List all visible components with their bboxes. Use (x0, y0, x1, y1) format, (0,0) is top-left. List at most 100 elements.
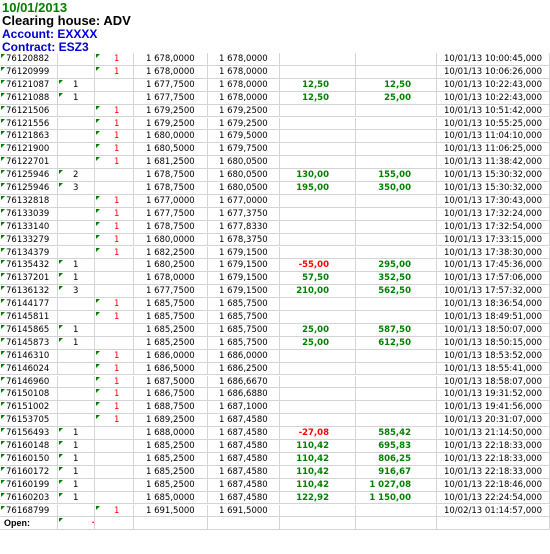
buy-qty-cell[interactable]: 3 (58, 182, 95, 195)
price-cell[interactable]: 1 677,7500 (134, 285, 208, 299)
avg-price-cell[interactable]: 1 679,1500 (208, 272, 280, 286)
avg-price-cell[interactable]: 1 685,7500 (208, 336, 280, 350)
cumulative-pnl-cell[interactable] (356, 143, 437, 157)
empty-cell[interactable] (437, 517, 550, 531)
trade-id-cell[interactable]: 76134379 (0, 246, 58, 260)
price-cell[interactable]: 1 678,7500 (134, 169, 208, 182)
buy-qty-cell[interactable] (58, 414, 95, 428)
avg-price-cell[interactable]: 1 686,0000 (208, 349, 280, 363)
pnl-cell[interactable] (280, 220, 356, 234)
pnl-cell[interactable] (280, 401, 356, 415)
sell-qty-cell[interactable] (95, 182, 134, 195)
cumulative-pnl-cell[interactable] (356, 53, 437, 66)
timestamp-cell[interactable]: 10/01/13 10:00:45,000 (437, 53, 550, 66)
pnl-cell[interactable]: 12,50 (280, 78, 356, 92)
pnl-cell[interactable] (280, 194, 356, 208)
cumulative-pnl-cell[interactable] (356, 194, 437, 208)
buy-qty-cell[interactable] (58, 156, 95, 170)
price-cell[interactable]: 1 679,2500 (134, 104, 208, 118)
avg-price-cell[interactable]: 1 687,4580 (208, 452, 280, 466)
pnl-cell[interactable] (280, 349, 356, 363)
avg-price-cell[interactable]: 1 679,1500 (208, 246, 280, 260)
timestamp-cell[interactable]: 10/01/13 10:55:25,000 (437, 117, 550, 131)
sell-qty-cell[interactable]: 1 (95, 104, 134, 118)
avg-price-cell[interactable]: 1 687,1000 (208, 401, 280, 415)
pnl-cell[interactable] (280, 388, 356, 402)
price-cell[interactable]: 1 680,5000 (134, 143, 208, 157)
timestamp-cell[interactable]: 10/01/13 15:30:32,000 (437, 182, 550, 195)
sell-qty-cell[interactable] (95, 285, 134, 299)
cumulative-pnl-cell[interactable]: 25,00 (356, 91, 437, 105)
cumulative-pnl-cell[interactable] (356, 349, 437, 363)
buy-qty-cell[interactable] (58, 194, 95, 208)
price-cell[interactable]: 1 678,7500 (134, 182, 208, 195)
price-cell[interactable]: 1 678,0000 (134, 53, 208, 66)
trade-id-cell[interactable]: 76145873 (0, 336, 58, 350)
trade-id-cell[interactable]: 76121556 (0, 117, 58, 131)
trade-id-cell[interactable]: 76160150 (0, 452, 58, 466)
sell-qty-cell[interactable]: 1 (95, 504, 134, 518)
timestamp-cell[interactable]: 10/01/13 18:58:07,000 (437, 375, 550, 389)
trade-id-cell[interactable]: 76156493 (0, 427, 58, 440)
cumulative-pnl-cell[interactable]: 352,50 (356, 272, 437, 286)
pnl-cell[interactable]: 195,00 (280, 182, 356, 195)
buy-qty-cell[interactable] (58, 246, 95, 260)
buy-qty-cell[interactable] (58, 401, 95, 415)
sell-qty-cell[interactable] (95, 452, 134, 466)
avg-price-cell[interactable]: 1 679,2500 (208, 104, 280, 118)
cumulative-pnl-cell[interactable] (356, 311, 437, 324)
buy-qty-cell[interactable] (58, 207, 95, 221)
pnl-cell[interactable]: 130,00 (280, 169, 356, 182)
cumulative-pnl-cell[interactable] (356, 207, 437, 221)
sell-qty-cell[interactable] (95, 491, 134, 505)
cumulative-pnl-cell[interactable] (356, 401, 437, 415)
cumulative-pnl-cell[interactable]: 155,00 (356, 169, 437, 182)
buy-qty-cell[interactable] (58, 130, 95, 144)
avg-price-cell[interactable]: 1 677,3750 (208, 207, 280, 221)
avg-price-cell[interactable]: 1 687,4580 (208, 491, 280, 505)
price-cell[interactable]: 1 685,2500 (134, 478, 208, 492)
price-cell[interactable]: 1 682,2500 (134, 246, 208, 260)
avg-price-cell[interactable]: 1 677,0000 (208, 194, 280, 208)
trade-id-cell[interactable]: 76121900 (0, 143, 58, 157)
sell-qty-cell[interactable]: 1 (95, 388, 134, 402)
sell-qty-cell[interactable]: 1 (95, 362, 134, 376)
buy-qty-cell[interactable] (58, 233, 95, 247)
price-cell[interactable]: 1 677,0000 (134, 194, 208, 208)
pnl-cell[interactable] (280, 414, 356, 428)
buy-qty-cell[interactable] (58, 220, 95, 234)
pnl-cell[interactable] (280, 504, 356, 518)
cumulative-pnl-cell[interactable] (356, 298, 437, 311)
buy-qty-cell[interactable] (58, 117, 95, 131)
buy-qty-cell[interactable]: 1 (58, 491, 95, 505)
avg-price-cell[interactable]: 1 678,3750 (208, 233, 280, 247)
timestamp-cell[interactable]: 10/01/13 10:06:26,000 (437, 65, 550, 79)
pnl-cell[interactable] (280, 104, 356, 118)
buy-qty-cell[interactable] (58, 311, 95, 324)
avg-price-cell[interactable]: 1 678,0000 (208, 78, 280, 92)
avg-price-cell[interactable]: 1 687,4580 (208, 478, 280, 492)
avg-price-cell[interactable]: 1 685,7500 (208, 311, 280, 324)
buy-qty-cell[interactable]: 1 (58, 440, 95, 453)
price-cell[interactable]: 1 678,0000 (134, 272, 208, 286)
pnl-cell[interactable] (280, 246, 356, 260)
timestamp-cell[interactable]: 10/01/13 18:49:51,000 (437, 311, 550, 324)
price-cell[interactable]: 1 685,0000 (134, 491, 208, 505)
open-label[interactable]: Open: (0, 517, 58, 531)
cumulative-pnl-cell[interactable]: 1 027,08 (356, 478, 437, 492)
sell-qty-cell[interactable] (95, 336, 134, 350)
price-cell[interactable]: 1 685,2500 (134, 465, 208, 479)
timestamp-cell[interactable]: 10/02/13 01:14:57,000 (437, 504, 550, 518)
pnl-cell[interactable]: 210,00 (280, 285, 356, 299)
trade-id-cell[interactable]: 76160203 (0, 491, 58, 505)
avg-price-cell[interactable]: 1 677,8330 (208, 220, 280, 234)
sell-qty-cell[interactable]: 1 (95, 65, 134, 79)
avg-price-cell[interactable]: 1 679,5000 (208, 130, 280, 144)
cumulative-pnl-cell[interactable] (356, 375, 437, 389)
pnl-cell[interactable] (280, 375, 356, 389)
trade-id-cell[interactable]: 76122701 (0, 156, 58, 170)
trade-id-cell[interactable]: 76150108 (0, 388, 58, 402)
pnl-cell[interactable] (280, 130, 356, 144)
sell-qty-cell[interactable] (95, 323, 134, 337)
avg-price-cell[interactable]: 1 687,4580 (208, 427, 280, 440)
